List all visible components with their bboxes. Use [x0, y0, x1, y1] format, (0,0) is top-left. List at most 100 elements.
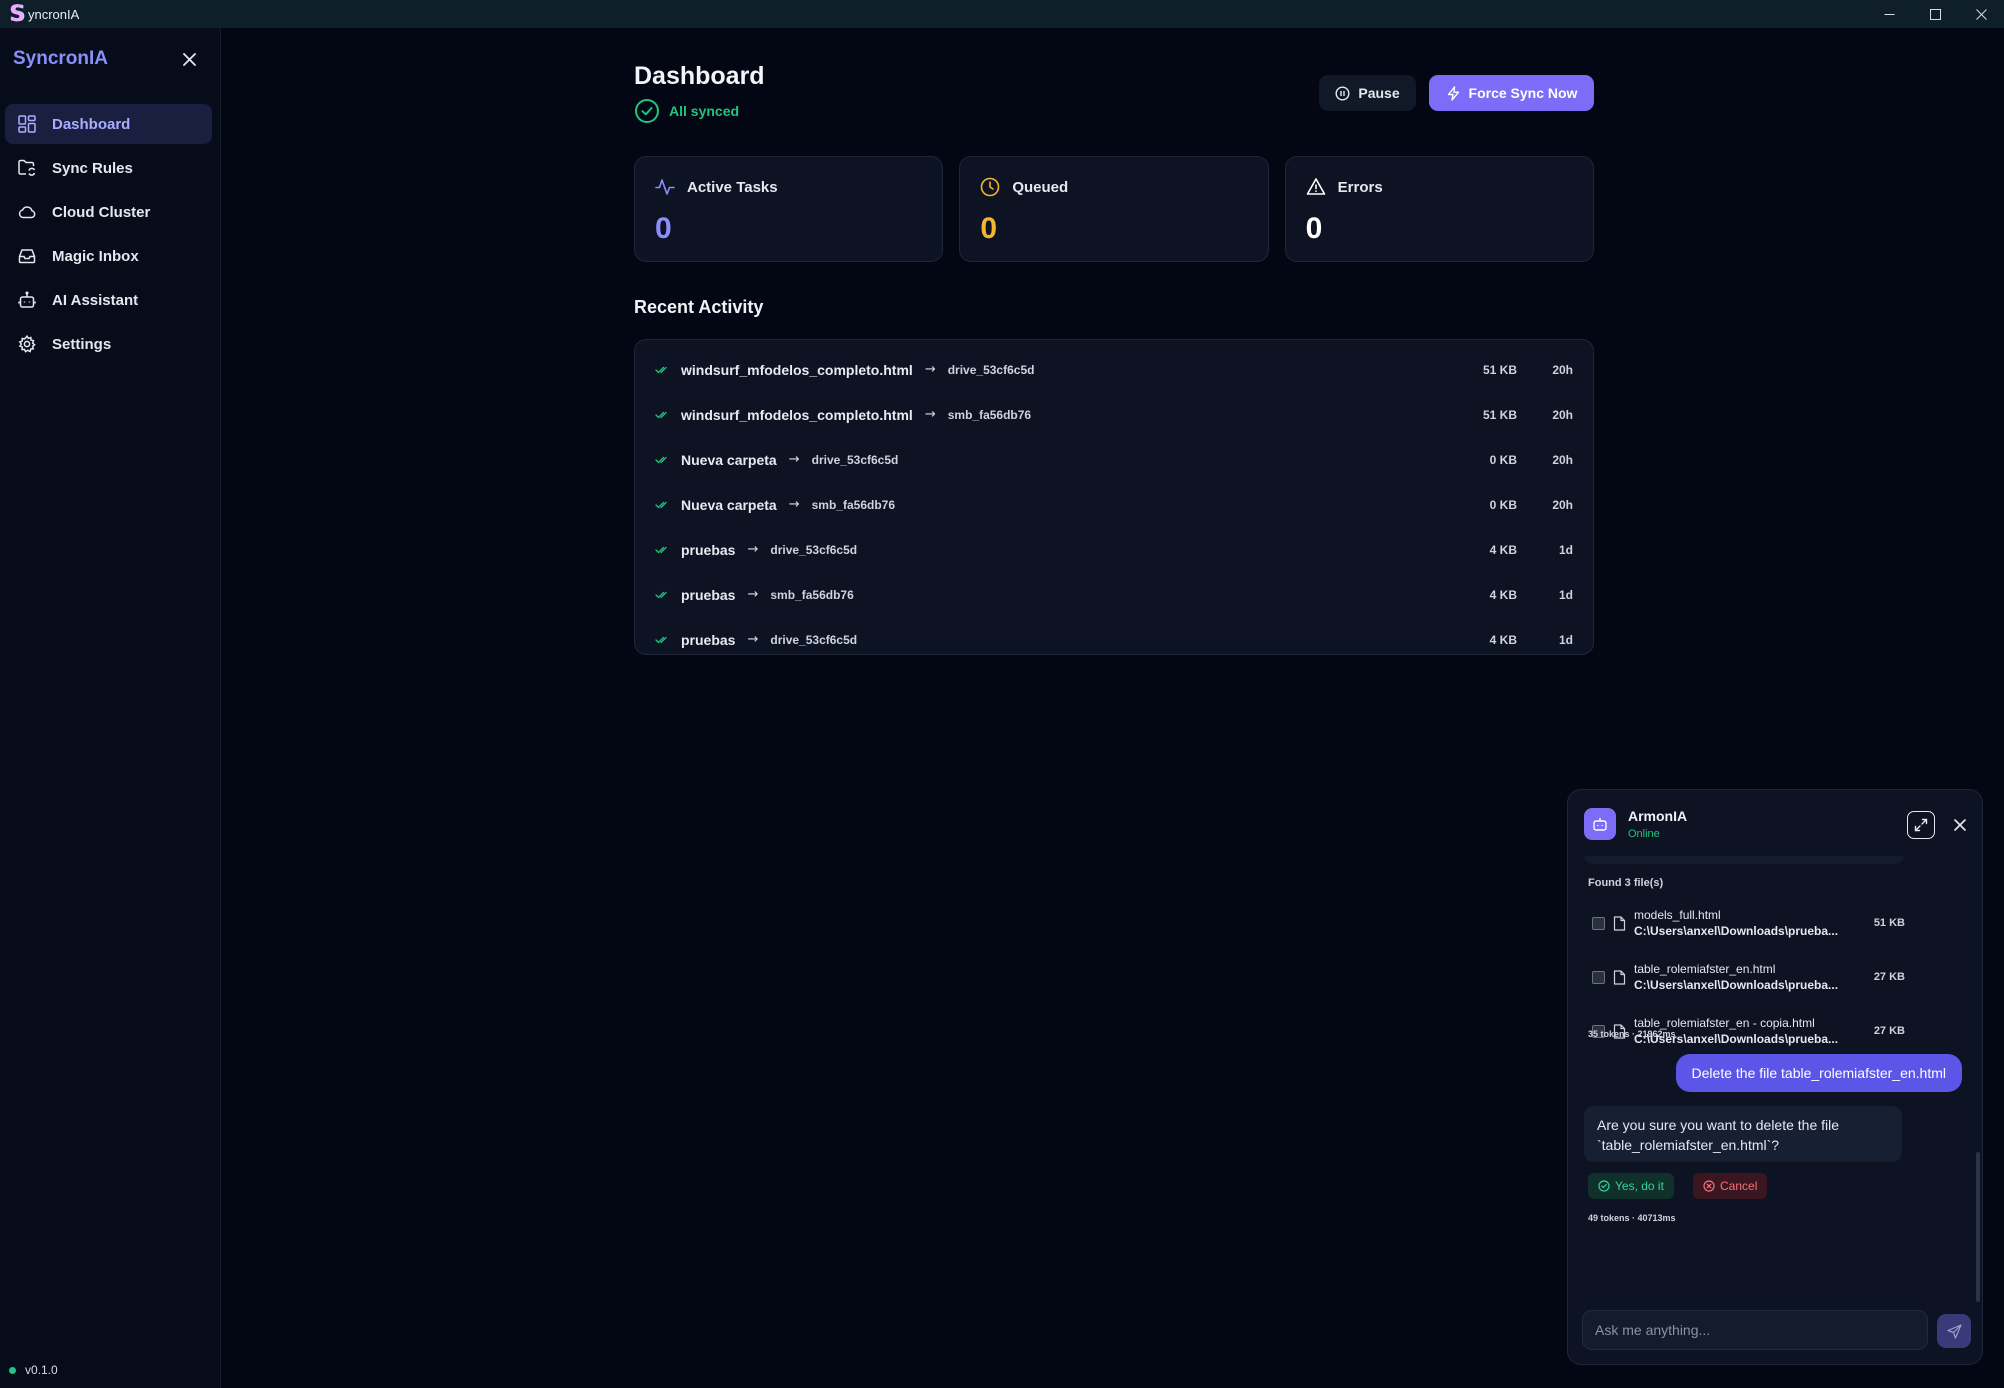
activity-time: 1d — [1558, 632, 1573, 647]
sidebar-item-magic-inbox[interactable]: Magic Inbox — [5, 236, 212, 276]
check-circle-icon — [635, 99, 659, 123]
minimize-button[interactable] — [1866, 0, 1912, 28]
recent-activity-list: windsurf_mfodelos_completo.html → drive_… — [634, 339, 1594, 655]
confirm-cancel-label: Cancel — [1720, 1179, 1758, 1193]
stat-value: 0 — [980, 212, 998, 245]
sidebar-item-settings[interactable]: Settings — [5, 324, 212, 364]
activity-row[interactable]: Nueva carpeta → drive_53cf6c5d 0 KB 20h — [635, 437, 1593, 482]
sidebar-item-dashboard[interactable]: Dashboard — [5, 104, 212, 144]
activity-row[interactable]: pruebas → drive_53cf6c5d 4 KB 1d — [635, 527, 1593, 572]
minimize-icon — [1884, 13, 1894, 15]
brand-name: SyncronIA — [13, 48, 109, 69]
confirm-yes-button[interactable]: Yes, do it — [1588, 1173, 1674, 1199]
chat-close-button[interactable] — [1948, 813, 1972, 837]
sidebar-item-sync-rules[interactable]: Sync Rules — [5, 148, 212, 188]
activity-row[interactable]: Nueva carpeta → smb_fa56db76 0 KB 20h — [635, 482, 1593, 527]
activity-size: 4 KB — [1489, 632, 1517, 647]
gear-icon — [17, 334, 37, 354]
maximize-icon — [1929, 8, 1941, 20]
close-icon — [1975, 8, 1987, 20]
activity-row[interactable]: windsurf_mfodelos_completo.html → drive_… — [635, 347, 1593, 392]
file-checkbox[interactable] — [1592, 970, 1605, 984]
sidebar-nav: Dashboard Sync Rules Cloud Cluster Magic… — [5, 104, 212, 368]
close-window-button[interactable] — [1958, 0, 2004, 28]
title-bar: S yncronIA — [0, 0, 2004, 28]
activity-time: 20h — [1552, 407, 1573, 422]
activity-row[interactable]: windsurf_mfodelos_completo.html → smb_fa… — [635, 392, 1593, 437]
chat-input[interactable] — [1582, 1310, 1928, 1350]
double-check-icon — [655, 635, 669, 645]
found-files-label: Found 3 file(s) — [1588, 877, 1664, 889]
sidebar-item-label: AI Assistant — [52, 291, 139, 309]
version-label: v0.1.0 — [25, 1363, 58, 1377]
bot-icon — [17, 290, 37, 310]
confirm-yes-label: Yes, do it — [1615, 1179, 1664, 1193]
maximize-button[interactable] — [1912, 0, 1958, 28]
force-sync-label: Force Sync Now — [1468, 85, 1578, 101]
message-meta: 49 tokens · 40713ms — [1588, 1213, 1676, 1223]
assistant-avatar — [1584, 808, 1616, 840]
stat-label: Active Tasks — [687, 178, 778, 196]
stat-card-active-tasks: Active Tasks 0 — [634, 156, 944, 262]
message-meta: 35 tokens · 21962ms — [1588, 1029, 1676, 1039]
activity-time: 20h — [1552, 497, 1573, 512]
stat-label: Errors — [1337, 178, 1383, 196]
file-checkbox[interactable] — [1592, 916, 1605, 930]
assistant-name: ArmonIA — [1628, 808, 1688, 824]
app-logo-icon: S — [9, 1, 25, 27]
arrow-icon: → — [747, 542, 759, 557]
activity-size: 0 KB — [1489, 452, 1517, 467]
pause-icon — [1335, 85, 1350, 101]
dashboard-icon — [17, 114, 37, 134]
arrow-icon: → — [924, 407, 936, 422]
file-path: C:\Users\anxel\Downloads\prueba... — [1634, 978, 1839, 992]
confirm-cancel-button[interactable]: Cancel — [1693, 1173, 1768, 1199]
expand-icon — [1914, 818, 1928, 832]
clock-icon — [981, 177, 1000, 197]
file-result-item: models_full.html C:\Users\anxel\Download… — [1583, 896, 1905, 950]
file-icon — [1613, 969, 1626, 985]
sidebar-close-button[interactable] — [178, 48, 200, 70]
double-check-icon — [655, 500, 669, 510]
sync-status-label: All synced — [669, 103, 740, 119]
activity-time: 1d — [1558, 542, 1573, 557]
activity-size: 0 KB — [1489, 497, 1517, 512]
send-button[interactable] — [1937, 1314, 1971, 1348]
page-title: Dashboard — [634, 62, 765, 90]
pause-button[interactable]: Pause — [1319, 75, 1416, 111]
activity-file-name: pruebas — [681, 586, 736, 603]
activity-size: 51 KB — [1482, 362, 1517, 377]
activity-size: 4 KB — [1489, 587, 1517, 602]
stat-card-queued: Queued 0 — [959, 156, 1269, 262]
user-message: Delete the file table_rolemiafster_en.ht… — [1675, 1054, 1962, 1092]
warning-icon — [1306, 178, 1325, 195]
force-sync-button[interactable]: Force Sync Now — [1429, 75, 1594, 111]
file-name: table_rolemiafster_en.html — [1634, 962, 1776, 976]
activity-file-name: pruebas — [681, 541, 736, 558]
stat-value: 0 — [655, 212, 672, 245]
chat-panel: ArmonIA Online Found 3 file(s) models_fu… — [1567, 789, 1983, 1365]
double-check-icon — [655, 545, 669, 555]
stats-row: Active Tasks 0 Queued 0 Errors 0 — [634, 156, 1594, 262]
activity-time: 20h — [1552, 452, 1573, 467]
activity-destination: drive_53cf6c5d — [770, 542, 858, 557]
activity-file-name: windsurf_mfodelos_completo.html — [681, 361, 913, 378]
activity-row[interactable]: pruebas → smb_fa56db76 4 KB 1d — [635, 572, 1593, 617]
expand-button[interactable] — [1907, 811, 1935, 839]
sidebar-item-ai-assistant[interactable]: AI Assistant — [5, 280, 212, 320]
sidebar-item-label: Dashboard — [52, 115, 131, 133]
sidebar-item-cloud-cluster[interactable]: Cloud Cluster — [5, 192, 212, 232]
chat-scrollbar[interactable] — [1976, 1152, 1980, 1302]
assistant-status: Online — [1628, 828, 1660, 840]
file-size: 27 KB — [1873, 1025, 1905, 1037]
activity-row[interactable]: pruebas → drive_53cf6c5d 4 KB 1d — [635, 617, 1593, 662]
arrow-icon: → — [788, 497, 800, 512]
activity-file-name: Nueva carpeta — [681, 451, 777, 468]
recent-activity-title: Recent Activity — [634, 297, 764, 317]
sidebar-item-label: Sync Rules — [52, 159, 133, 177]
activity-time: 1d — [1558, 587, 1573, 602]
activity-destination: drive_53cf6c5d — [947, 362, 1035, 377]
activity-size: 51 KB — [1482, 407, 1517, 422]
double-check-icon — [655, 410, 669, 420]
double-check-icon — [655, 590, 669, 600]
